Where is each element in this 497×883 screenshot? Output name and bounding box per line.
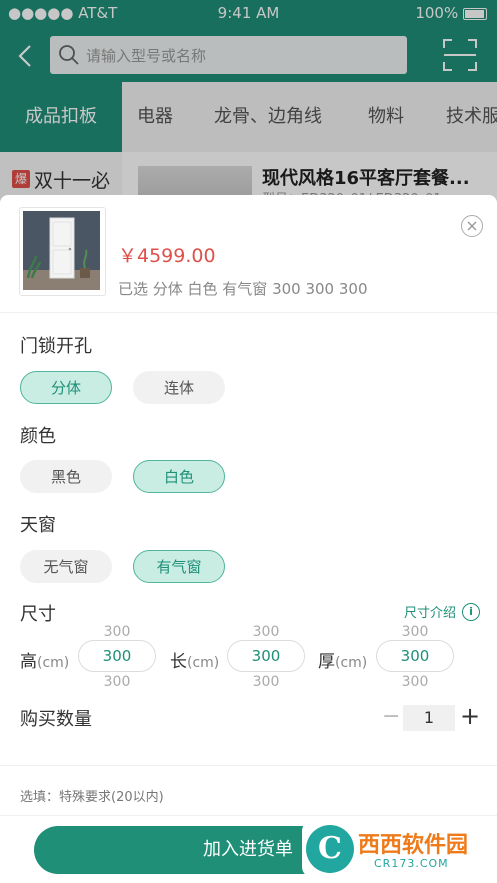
product-options-sheet: ￥4599.00 已选 分体 白色 有气窗 300 300 300 门锁开孔 分… — [0, 195, 497, 883]
close-icon — [467, 221, 477, 231]
height-label: 高(cm) — [20, 647, 69, 672]
option-title-skylight: 天窗 — [20, 515, 56, 536]
height-input[interactable]: 300 — [78, 640, 156, 672]
divider — [0, 815, 497, 816]
close-button[interactable] — [461, 215, 483, 237]
watermark-logo: C 西西软件园 CR173.COM — [302, 821, 478, 877]
info-icon[interactable]: i — [462, 603, 480, 621]
divider — [0, 765, 497, 766]
length-unit: (cm) — [187, 655, 220, 671]
length-below-value: 300 — [252, 674, 280, 690]
quantity-increase-button[interactable]: + — [460, 703, 480, 729]
length-text: 长 — [170, 652, 187, 672]
divider — [0, 312, 497, 313]
chip-black[interactable]: 黑色 — [20, 460, 112, 493]
height-unit: (cm) — [37, 655, 70, 671]
chip-white[interactable]: 白色 — [133, 460, 225, 493]
price-label: ￥4599.00 — [118, 245, 216, 267]
watermark-circle: C — [306, 825, 354, 873]
quantity-title: 购买数量 — [20, 709, 92, 730]
length-above-value: 300 — [252, 624, 280, 640]
chip-no-vent[interactable]: 无气窗 — [20, 550, 112, 583]
quantity-decrease-button[interactable]: − — [382, 705, 400, 729]
product-image — [19, 207, 106, 296]
watermark-text: 西西软件园 — [358, 833, 469, 858]
thickness-above-value: 300 — [401, 624, 429, 640]
size-guide-link[interactable]: 尺寸介绍 — [404, 602, 456, 621]
option-title-size: 尺寸 — [20, 604, 56, 625]
thickness-text: 厚 — [318, 652, 335, 672]
length-input[interactable]: 300 — [227, 640, 305, 672]
quantity-input[interactable]: 1 — [403, 705, 455, 731]
option-title-color: 颜色 — [20, 426, 56, 447]
height-below-value: 300 — [103, 674, 131, 690]
selected-summary: 已选 分体 白色 有气窗 300 300 300 — [118, 280, 368, 298]
door-photo — [23, 211, 100, 290]
height-text: 高 — [20, 652, 37, 672]
chip-split-lock[interactable]: 分体 — [20, 371, 112, 404]
thickness-unit: (cm) — [335, 655, 368, 671]
length-label: 长(cm) — [170, 647, 219, 672]
option-title-lock-hole: 门锁开孔 — [20, 336, 92, 357]
height-above-value: 300 — [103, 624, 131, 640]
special-request-field[interactable]: 选填：特殊要求(20以内) — [20, 786, 164, 805]
thickness-below-value: 300 — [401, 674, 429, 690]
thickness-input[interactable]: 300 — [376, 640, 454, 672]
chip-joined-lock[interactable]: 连体 — [133, 371, 225, 404]
watermark-url: CR173.COM — [374, 857, 449, 870]
chip-with-vent[interactable]: 有气窗 — [133, 550, 225, 583]
thickness-label: 厚(cm) — [318, 647, 367, 672]
